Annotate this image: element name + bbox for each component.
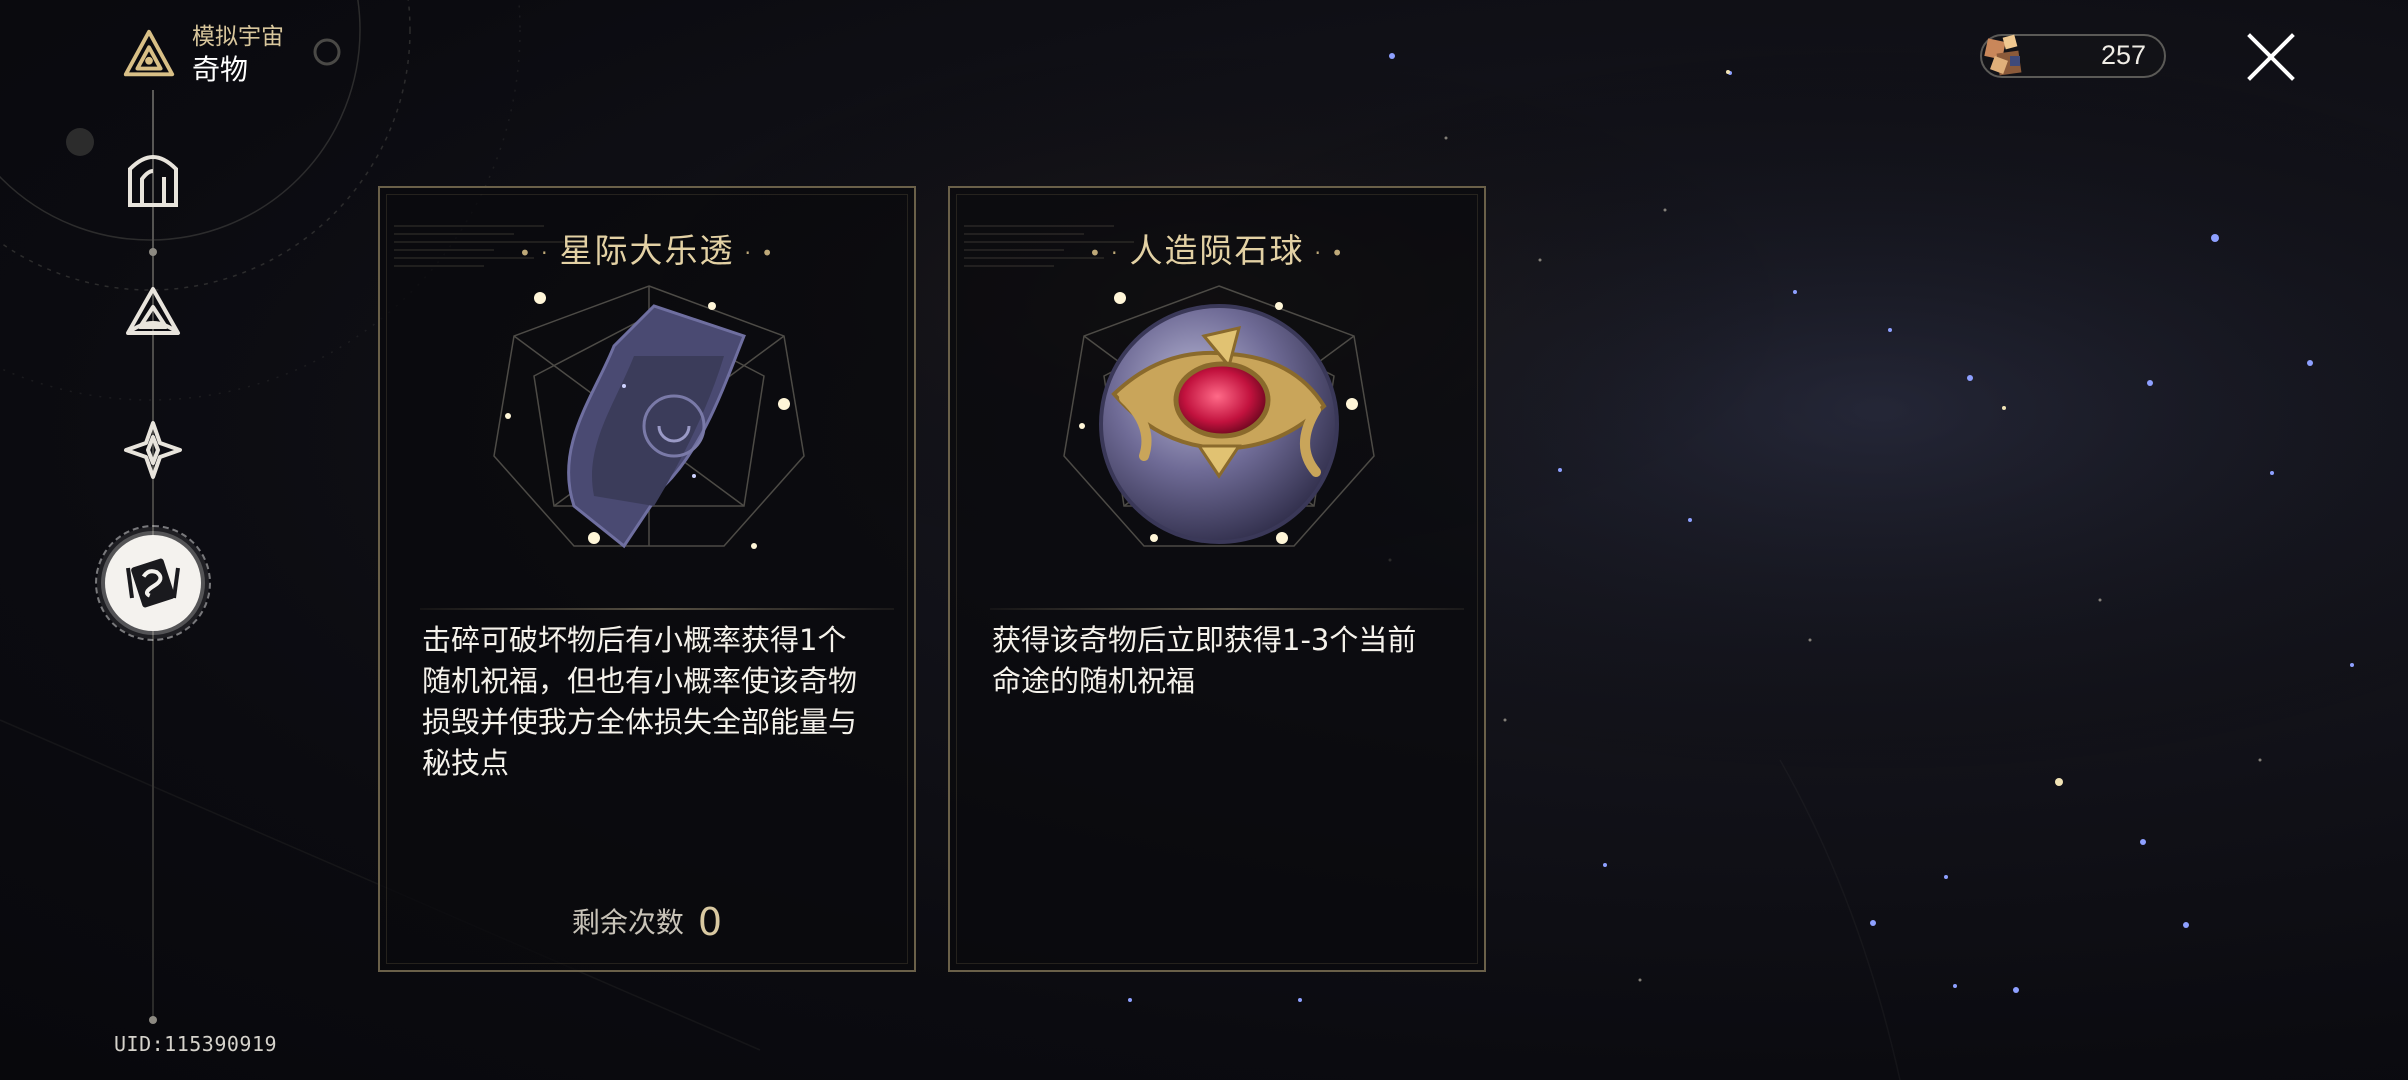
title-ornament-icon: • · [518, 240, 550, 265]
meteor-orb-icon [1054, 276, 1384, 566]
title-ornament-icon: • · [1088, 240, 1120, 265]
curio-name: • · 人造陨石球 · • [950, 224, 1484, 272]
cosmic-fragment-icon [1984, 34, 2022, 76]
remaining-uses: 剩余次数 0 [380, 900, 914, 944]
curio-card-icon [126, 558, 180, 608]
title-block: 模拟宇宙 奇物 [192, 22, 284, 88]
title-ornament-icon: · • [1314, 240, 1346, 265]
curio-name-text: 星际大乐透 [559, 231, 735, 270]
remaining-uses-value: 0 [697, 900, 723, 944]
player-uid: UID:115390919 [114, 1032, 278, 1056]
sidebar-divider-dot [149, 248, 157, 256]
page-title: 奇物 [192, 53, 249, 86]
map-arch-icon [128, 154, 178, 207]
curio-card[interactable]: • · 星际大乐透 · • 击碎可破坏物后有小概率获得1个随机祝福，但也有小概率使该… [378, 186, 916, 972]
card-divider [990, 608, 1464, 610]
page-header: 模拟宇宙 奇物 [120, 22, 284, 88]
simulated-universe-logo-icon [120, 26, 178, 84]
remaining-uses-label: 剩余次数 [571, 906, 684, 939]
curio-description: 获得该奇物后立即获得1-3个当前命途的随机祝福 [992, 623, 1417, 698]
sidebar-item-blessings[interactable] [113, 410, 193, 490]
title-ornament-icon: · • [744, 240, 776, 265]
curio-name: • · 星际大乐透 · • [380, 224, 914, 272]
curio-name-text: 人造陨石球 [1129, 231, 1305, 270]
curio-card[interactable]: • · 人造陨石球 · • 获得该奇物后立即获得1-3个当前命途的随机祝福 [948, 186, 1486, 972]
lottery-ticket-icon [484, 276, 814, 566]
currency-counter[interactable]: 257 [1980, 34, 2166, 78]
card-divider [420, 608, 894, 610]
close-icon [2247, 33, 2295, 81]
sidebar-divider-dot [149, 1016, 157, 1024]
close-button[interactable] [2242, 28, 2300, 86]
curio-description: 击碎可破坏物后有小概率获得1个随机祝福，但也有小概率使该奇物损毁并使我方全体损失… [422, 623, 858, 780]
compass-star-icon [124, 421, 182, 479]
triquetra-icon [126, 287, 180, 335]
sidebar-item-paths[interactable] [113, 274, 193, 354]
currency-value: 257 [2100, 40, 2146, 70]
mode-label: 模拟宇宙 [192, 24, 284, 50]
sidebar-item-map[interactable] [113, 140, 193, 220]
sidebar-item-curios[interactable] [95, 525, 211, 641]
